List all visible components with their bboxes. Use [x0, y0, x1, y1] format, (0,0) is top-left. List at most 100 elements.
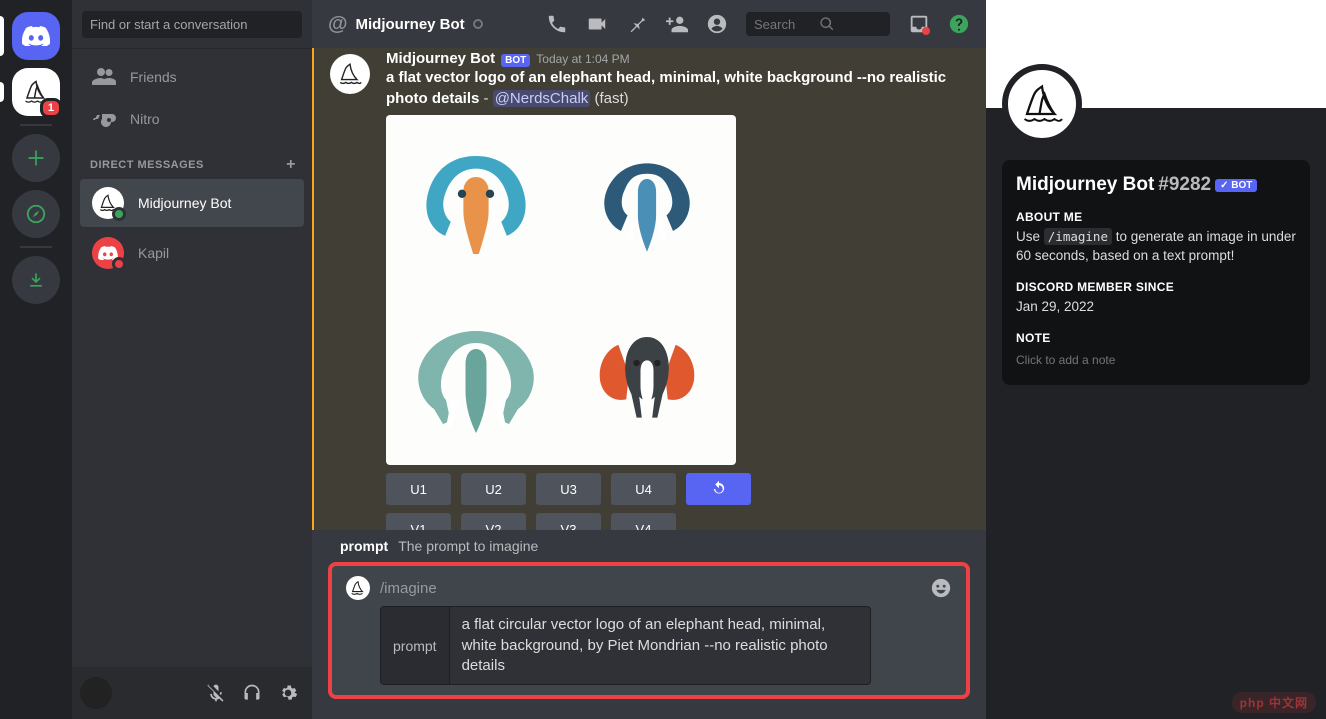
- variation-1-button[interactable]: V1: [386, 513, 451, 530]
- phone-icon: [546, 13, 568, 35]
- elephant-icon: [401, 301, 551, 451]
- discord-logo-icon: [22, 26, 50, 46]
- server-midjourney[interactable]: 1: [12, 68, 60, 116]
- message-username[interactable]: Midjourney Bot: [386, 50, 495, 67]
- variation-button-row: V1 V2 V3 V4: [386, 513, 970, 530]
- inbox-button[interactable]: [908, 13, 930, 35]
- variation-4-button[interactable]: V4: [611, 513, 676, 530]
- status-offline-icon: [473, 19, 483, 29]
- profile-discriminator: #9282: [1158, 174, 1211, 196]
- plus-icon: [26, 148, 46, 168]
- unread-badge: 1: [40, 98, 62, 118]
- about-me-header: ABOUT ME: [1016, 210, 1296, 224]
- note-input[interactable]: [1016, 349, 1296, 371]
- help-icon: [948, 13, 970, 35]
- profile-avatar[interactable]: [1002, 64, 1082, 144]
- chat-main: @ Midjourney Bot Search: [312, 0, 986, 719]
- emoji-picker-button[interactable]: [930, 577, 952, 599]
- watermark: php 中文网: [1232, 692, 1316, 713]
- download-apps-button[interactable]: [12, 256, 60, 304]
- headphones-icon: [242, 683, 262, 703]
- elephant-icon: [582, 311, 712, 441]
- start-video-call-button[interactable]: [586, 13, 608, 35]
- search-icon: [819, 16, 835, 32]
- pinned-messages-button[interactable]: [626, 13, 648, 35]
- smiley-icon: [930, 577, 952, 599]
- download-icon: [26, 270, 46, 290]
- message-timestamp: Today at 1:04 PM: [536, 52, 629, 66]
- video-icon: [586, 13, 608, 35]
- reroll-button[interactable]: [686, 473, 751, 505]
- generated-image-grid[interactable]: [386, 115, 736, 465]
- deafen-button[interactable]: [236, 677, 268, 709]
- dm-item-label: Midjourney Bot: [138, 195, 231, 211]
- dm-item-label: Kapil: [138, 245, 169, 261]
- add-friends-to-dm-button[interactable]: [666, 13, 688, 35]
- upscale-2-button[interactable]: U2: [461, 473, 526, 505]
- at-icon: @: [328, 13, 348, 36]
- elephant-icon: [582, 140, 712, 270]
- about-me-text: Use /imagine to generate an image in und…: [1016, 228, 1296, 266]
- message-list[interactable]: Midjourney Bot BOT Today at 1:04 PM a fl…: [312, 48, 986, 530]
- help-button[interactable]: [948, 13, 970, 35]
- rail-separator: [20, 246, 52, 248]
- param-value-input[interactable]: a flat circular vector logo of an elepha…: [450, 607, 870, 684]
- header-search-input[interactable]: Search: [746, 12, 890, 36]
- server-rail: 1: [0, 0, 72, 719]
- sailboat-icon: [336, 60, 364, 88]
- autocomplete-hint: prompt The prompt to imagine: [328, 530, 970, 562]
- command-app-avatar: [346, 576, 370, 600]
- dm-item-kapil[interactable]: Kapil: [80, 229, 304, 277]
- nitro-icon: [92, 107, 116, 131]
- self-avatar[interactable]: [80, 677, 112, 709]
- profile-icon: [706, 13, 728, 35]
- add-server-button[interactable]: [12, 134, 60, 182]
- slash-command-text: /imagine: [380, 580, 920, 597]
- variation-2-button[interactable]: V2: [461, 513, 526, 530]
- explore-servers-button[interactable]: [12, 190, 60, 238]
- user-footer: [72, 667, 312, 719]
- upscale-4-button[interactable]: U4: [611, 473, 676, 505]
- friends-label: Friends: [130, 69, 177, 85]
- user-mention[interactable]: @NerdsChalk: [493, 90, 591, 107]
- bot-tag: BOT: [501, 54, 530, 67]
- note-header: NOTE: [1016, 331, 1296, 345]
- message-input-area: prompt The prompt to imagine /imagine pr…: [312, 530, 986, 719]
- profile-username: Midjourney Bot: [1016, 174, 1154, 196]
- dm-header-label: DIRECT MESSAGES: [90, 159, 204, 171]
- member-since-header: DISCORD MEMBER SINCE: [1016, 280, 1296, 294]
- member-since-value: Jan 29, 2022: [1016, 298, 1296, 317]
- compass-icon: [25, 203, 47, 225]
- variation-3-button[interactable]: V3: [536, 513, 601, 530]
- start-voice-call-button[interactable]: [546, 13, 568, 35]
- friends-icon: [92, 65, 116, 89]
- message-input[interactable]: /imagine prompt a flat circular vector l…: [328, 562, 970, 699]
- mute-mic-button[interactable]: [200, 677, 232, 709]
- chat-header: @ Midjourney Bot Search: [312, 0, 986, 48]
- upscale-button-row: U1 U2 U3 U4: [386, 473, 970, 505]
- nitro-nav[interactable]: Nitro: [80, 99, 304, 139]
- message-item: Midjourney Bot BOT Today at 1:04 PM a fl…: [312, 48, 986, 530]
- conversation-search-input[interactable]: Find or start a conversation: [82, 11, 302, 38]
- upscale-3-button[interactable]: U3: [536, 473, 601, 505]
- friends-nav[interactable]: Friends: [80, 57, 304, 97]
- add-user-icon: [666, 13, 688, 35]
- create-dm-button[interactable]: +: [286, 156, 296, 174]
- user-profile-button[interactable]: [706, 13, 728, 35]
- status-dnd-icon: [112, 257, 126, 271]
- sailboat-icon: [349, 579, 367, 597]
- user-profile-panel: Midjourney Bot#9282 ✓ BOT ABOUT ME Use /…: [986, 0, 1326, 719]
- discord-home-button[interactable]: [12, 12, 60, 60]
- command-param-box[interactable]: prompt a flat circular vector logo of an…: [380, 606, 871, 685]
- status-online-icon: [112, 207, 126, 221]
- message-avatar[interactable]: [330, 54, 370, 94]
- bot-tag-verified: ✓ BOT: [1215, 179, 1257, 192]
- dm-item-midjourney[interactable]: Midjourney Bot: [80, 179, 304, 227]
- chat-title: Midjourney Bot: [356, 16, 465, 33]
- user-settings-button[interactable]: [272, 677, 304, 709]
- gear-icon: [278, 683, 298, 703]
- profile-info-card: Midjourney Bot#9282 ✓ BOT ABOUT ME Use /…: [1002, 160, 1310, 385]
- sailboat-icon: [1017, 79, 1067, 129]
- upscale-1-button[interactable]: U1: [386, 473, 451, 505]
- param-name: prompt: [381, 607, 450, 684]
